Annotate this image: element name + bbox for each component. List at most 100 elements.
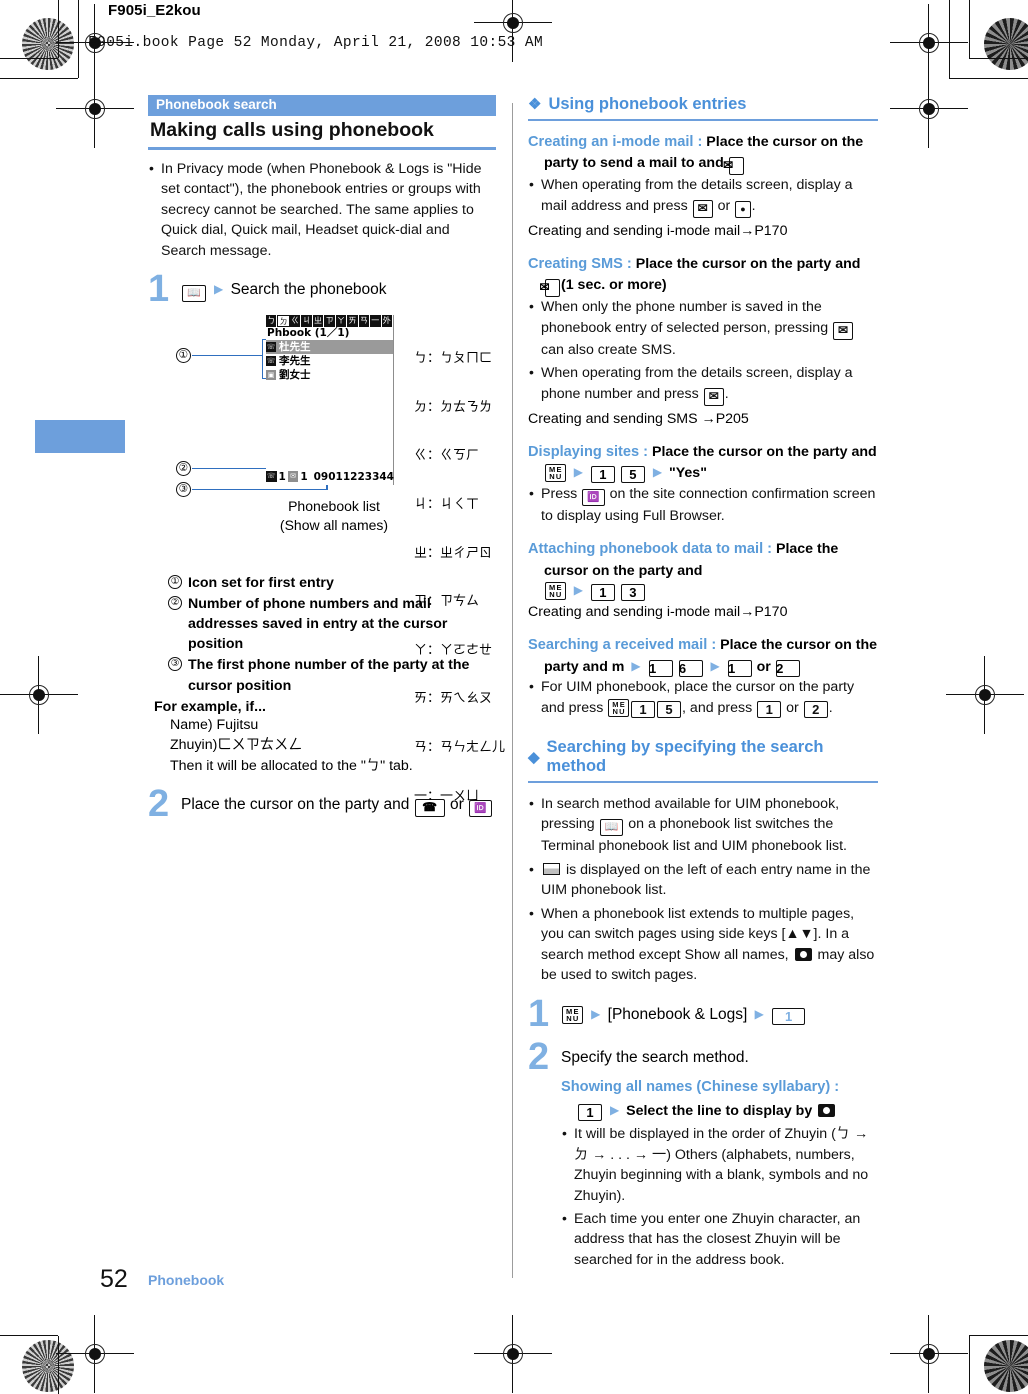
number-key-1[interactable]: 1 [772, 1007, 806, 1025]
heading-label: Using phonebook entries [548, 95, 747, 113]
entry-name: 李先生 [279, 355, 311, 368]
zhuyin-row: ㄢ：ㄢㄣㄤㄥ儿 [414, 740, 506, 755]
tab-item[interactable]: ㄐ [301, 314, 313, 327]
tab-item[interactable]: ㄓ [312, 314, 325, 327]
number-key-1[interactable]: 1 [757, 700, 782, 718]
number-key-2[interactable]: 2 [775, 659, 800, 677]
menu-key-icon[interactable]: M EN U [562, 1005, 583, 1024]
block-lead-line: Creating an i-mode mail : Place the curs… [528, 132, 878, 176]
tab-item[interactable]: 一 [370, 314, 382, 327]
block-bold-suffix: (1 sec. or more) [561, 277, 667, 294]
tab-item[interactable]: ㄢ [358, 314, 371, 327]
menu-key-icon[interactable]: M EN U [545, 464, 566, 483]
step-number: 2 [148, 783, 170, 826]
mail-key-icon[interactable] [703, 387, 724, 406]
circled-number: ② [168, 595, 182, 610]
block-creating-sms: Creating SMS : Place the cursor on the p… [528, 254, 878, 429]
phone-count-value: 1 [278, 470, 286, 483]
heading-rule [528, 119, 878, 121]
block-lead-label: Displaying sites : [528, 444, 649, 461]
select-key-icon[interactable] [735, 200, 751, 218]
phonebook-key-icon[interactable] [599, 819, 624, 837]
example-zhuyin-value: ㄈㄨㄗㄊㄨㄥ [217, 737, 303, 754]
list-item[interactable]: ▣ 劉女士 [266, 368, 393, 382]
circled-number: ① [168, 574, 182, 589]
number-key-1[interactable]: 1 [727, 659, 752, 677]
bullet-pre: Press [541, 486, 578, 502]
block-searching-received-mail: Searching a received mail : Place the cu… [528, 635, 878, 718]
mail-key-icon[interactable] [545, 279, 560, 298]
sub-lead-line: Showing all names (Chinese syllabary) : [561, 1077, 878, 1098]
step-text: M EN U ▶ [Phonebook & Logs] ▶ 1 [561, 1000, 878, 1026]
mail-key-icon[interactable] [833, 321, 854, 340]
or-label: or [786, 699, 799, 716]
list-item: is displayed on the left of each entry n… [528, 859, 878, 901]
mail-key-icon[interactable] [728, 157, 744, 176]
figure-caption-line-1: Phonebook list [288, 497, 380, 514]
bullet-post: can also create SMS. [541, 341, 676, 358]
imode-key-icon[interactable] [582, 489, 605, 506]
mail-count-icon: ✉ [287, 471, 299, 483]
callout-text: The first phone number of the party at t… [188, 657, 470, 694]
block-creating-imode-mail: Creating an i-mode mail : Place the curs… [528, 132, 878, 241]
step-1: 1 ▶ Search the phonebook [148, 270, 496, 308]
tab-item[interactable]: ㄅ [266, 314, 278, 327]
number-key-1[interactable]: 1 [648, 659, 673, 677]
block-key-sequence: M EN U ▶ 1 5 ▶ "Yes" [528, 463, 878, 484]
block-bullets: When only the phone number is saved in t… [528, 296, 878, 406]
number-key-2[interactable]: 2 [803, 700, 828, 718]
bullet-post: . [828, 699, 833, 716]
navigation-key-icon[interactable] [818, 1103, 836, 1117]
registration-mark [890, 4, 968, 82]
number-key-1[interactable]: 1 [590, 466, 615, 484]
bullet-mid: , and press [682, 699, 753, 716]
phonebook-key-icon[interactable] [182, 285, 206, 303]
list-item: It will be displayed in the order of Zhu… [561, 1123, 878, 1206]
number-key-1[interactable]: 1 [590, 584, 615, 602]
list-item[interactable]: ☏ 李先生 [266, 354, 393, 368]
list-item[interactable]: ☏ 杜先生 [266, 339, 393, 354]
tab-item[interactable]: ㄍ [289, 314, 302, 327]
navigation-key-icon[interactable] [794, 947, 812, 961]
mail-key-icon[interactable] [692, 199, 713, 218]
menu-key-icon[interactable]: M EN U [608, 698, 630, 717]
registration-mark [890, 1315, 968, 1393]
menu-path-label[interactable]: [Phonebook & Logs] [608, 1006, 748, 1023]
tab-item[interactable]: ㄗ [324, 314, 336, 327]
showing-all-names-block: Showing all names (Chinese syllabary) : … [561, 1077, 878, 1271]
footer-section-label: Phonebook [148, 1272, 225, 1288]
number-key-1[interactable]: 1 [578, 1103, 602, 1121]
number-key-6[interactable]: 6 [678, 659, 703, 677]
zhuyin-row: ㄅ：ㄅㄆㄇㄈ [414, 351, 493, 367]
bullet-post: is displayed on the left of each entry n… [541, 861, 871, 899]
list-item: In search method available for UIM phone… [528, 793, 878, 857]
number-key-3[interactable]: 3 [620, 584, 645, 602]
cross-reference[interactable]: Creating and sending SMS →P205 [528, 409, 878, 430]
arrow-icon: ▶ [573, 465, 583, 480]
arrow-icon: ▶ [609, 1102, 620, 1117]
number-key-5[interactable]: 5 [657, 700, 682, 718]
step-1-search-method: 1 M EN U ▶ [Phonebook & Logs] ▶ 1 [528, 995, 878, 1032]
status-phone-number: 09011223344 [313, 470, 394, 483]
list-item: In Privacy mode (when Phonebook & Logs i… [148, 158, 496, 261]
leader-line-2 [192, 467, 268, 470]
number-key-1[interactable]: 1 [631, 700, 656, 718]
sub-instruction: Select the line to display by [626, 1102, 813, 1119]
bullet-pre: When operating from the details screen, … [541, 365, 853, 402]
number-key-5[interactable]: 5 [620, 466, 645, 484]
list-item: When only the phone number is saved in t… [528, 296, 878, 360]
cross-reference[interactable]: Creating and sending i-mode mail→P170 [528, 602, 878, 623]
block-lead-line: Attaching phonebook data to mail : Place… [528, 539, 878, 581]
tab-item[interactable]: ㄞ [347, 314, 359, 327]
registration-mark [56, 70, 134, 148]
example-zhuyin-label: Zhuyin) [170, 737, 218, 754]
callout-text: Number of phone numbers and mail address… [188, 595, 448, 653]
or-label: or [756, 658, 771, 675]
cross-reference[interactable]: Creating and sending i-mode mail→P170 [528, 221, 878, 242]
tab-item[interactable]: ㄚ [335, 314, 348, 327]
bullet-pre: When only the phone number is saved in t… [541, 299, 829, 336]
example-result-post: " tab. [380, 757, 413, 774]
menu-key-icon[interactable]: M EN U [545, 582, 566, 601]
tab-item[interactable]: 外 [381, 314, 393, 327]
tab-item-selected[interactable]: ㄉ [277, 314, 290, 327]
